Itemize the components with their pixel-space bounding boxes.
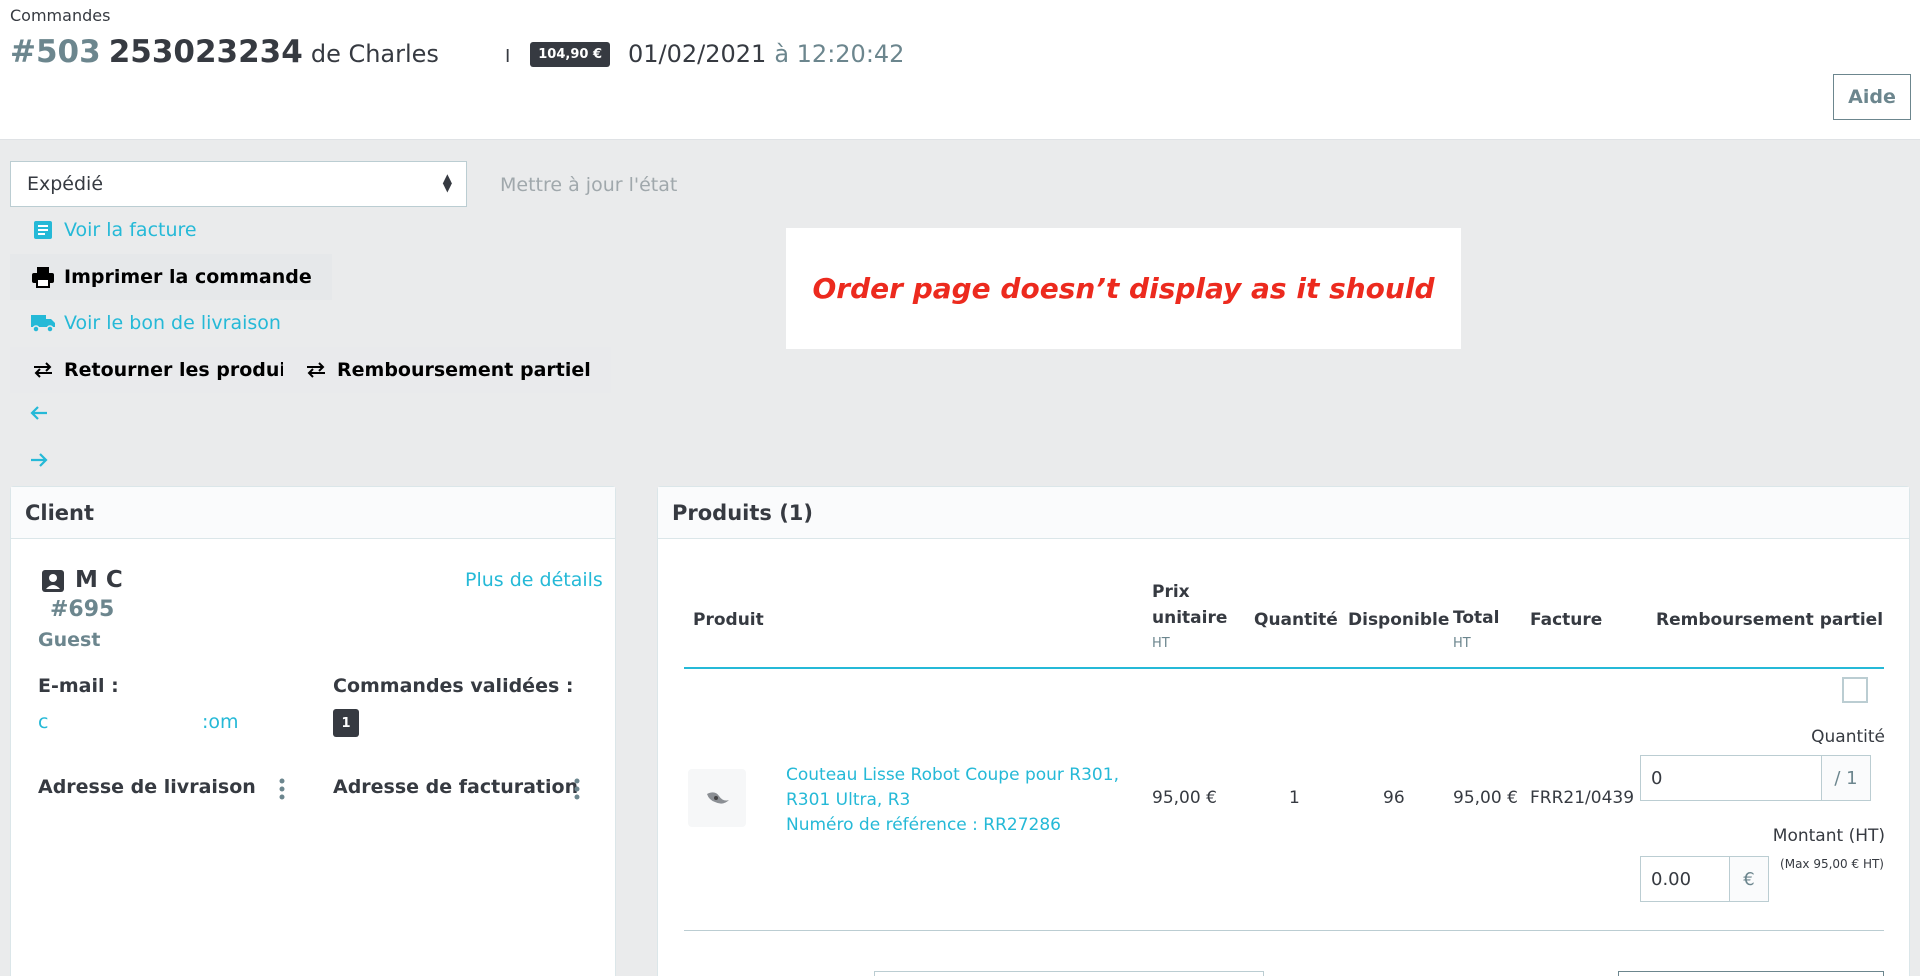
- printer-icon: [30, 266, 56, 288]
- bottom-button-partial[interactable]: [1618, 971, 1884, 976]
- shipping-address-menu-icon[interactable]: [277, 777, 287, 801]
- order-status-select[interactable]: Expédié ▲ ▼: [10, 161, 467, 207]
- refund-quantity-label: Quantité: [1811, 727, 1885, 747]
- products-card: Produits (1) Produit Prix unitaire HT Qu…: [657, 486, 1910, 976]
- order-status-value: Expédié: [27, 173, 104, 195]
- invoice-icon: [30, 219, 56, 241]
- header-divider: [684, 667, 1884, 669]
- page-title: #503 253023234 de Charles I 104,90 € 01/…: [10, 34, 904, 70]
- col-total-sub: HT: [1453, 636, 1471, 651]
- client-type: Guest: [38, 629, 101, 651]
- print-order-label: Imprimer la commande: [64, 266, 312, 288]
- refund-quantity-max: / 1: [1821, 755, 1871, 801]
- user-card-icon: [41, 569, 65, 597]
- partial-refund-label: Remboursement partiel: [337, 359, 591, 381]
- view-delivery-slip-label: Voir le bon de livraison: [64, 312, 281, 334]
- order-number: #503: [10, 34, 101, 70]
- billing-address-menu-icon[interactable]: [572, 777, 582, 801]
- product-name-line2: R301 Ultra, R3: [786, 790, 911, 810]
- col-invoice: Facture: [1530, 610, 1603, 630]
- product-unit-price: 95,00 €: [1152, 788, 1217, 808]
- col-available: Disponible: [1348, 610, 1450, 630]
- client-name: M C: [75, 567, 123, 593]
- return-products-button[interactable]: Retourner les produits: [10, 347, 327, 393]
- partial-refund-button[interactable]: Remboursement partiel: [283, 347, 611, 393]
- view-invoice-link[interactable]: Voir la facture: [10, 207, 217, 253]
- product-invoice: FRR21/0439: [1530, 788, 1635, 808]
- col-total: Total HT: [1453, 605, 1499, 657]
- validated-orders-label: Commandes validées :: [333, 675, 574, 697]
- title-separator: I: [504, 46, 511, 67]
- view-delivery-slip-link[interactable]: Voir le bon de livraison: [10, 300, 301, 346]
- col-product: Produit: [693, 610, 764, 630]
- client-id: #695: [50, 597, 115, 622]
- shipping-address-label: Adresse de livraison: [38, 776, 256, 798]
- col-unit-price-sub: HT: [1152, 636, 1170, 651]
- product-total: 95,00 €: [1453, 788, 1518, 808]
- swap-icon: [30, 359, 56, 381]
- refund-amount-label: Montant (HT): [1772, 826, 1885, 846]
- bottom-select-partial[interactable]: [874, 971, 1264, 976]
- product-available: 96: [1383, 788, 1405, 808]
- product-name-link[interactable]: Couteau Lisse Robot Coupe pour R301, R30…: [786, 763, 1119, 838]
- help-button[interactable]: Aide: [1833, 74, 1911, 120]
- next-order-arrow-icon[interactable]: [28, 449, 50, 477]
- select-arrows-icon: ▲ ▼: [442, 171, 452, 194]
- row-divider: [684, 930, 1884, 931]
- breadcrumb[interactable]: Commandes: [10, 6, 110, 25]
- col-unit-price: Prix unitaire HT: [1152, 579, 1232, 657]
- product-reference: Numéro de référence : RR27286: [786, 815, 1061, 835]
- swap-icon: [303, 359, 329, 381]
- order-reference: 253023234: [108, 34, 303, 70]
- order-time: à 12:20:42: [774, 40, 905, 68]
- refund-currency-addon: €: [1729, 856, 1769, 902]
- product-quantity: 1: [1289, 788, 1300, 808]
- view-invoice-label: Voir la facture: [64, 219, 197, 241]
- notice-text: Order page doesn’t display as it should: [812, 272, 1435, 305]
- product-name-line1: Couteau Lisse Robot Coupe pour R301,: [786, 765, 1119, 785]
- refund-checkbox[interactable]: [1842, 677, 1868, 703]
- client-card: Client M C #695 Guest Plus de détails E-…: [10, 486, 616, 976]
- page-header: Commandes #503 253023234 de Charles I 10…: [0, 0, 1920, 140]
- col-unit-price-label: Prix unitaire: [1152, 582, 1228, 628]
- col-total-label: Total: [1453, 608, 1500, 628]
- previous-order-arrow-icon[interactable]: [28, 402, 50, 430]
- notice-box: Order page doesn’t display as it should: [786, 228, 1461, 349]
- client-card-title: Client: [11, 487, 615, 539]
- order-customer: de Charles: [310, 40, 439, 68]
- col-quantity: Quantité: [1254, 610, 1338, 630]
- email-link-start[interactable]: c: [38, 711, 48, 733]
- update-status-button[interactable]: Mettre à jour l'état: [500, 174, 677, 196]
- truck-icon: [30, 312, 56, 334]
- products-card-title: Produits (1): [658, 487, 1909, 539]
- refund-amount-max: (Max 95,00 € HT): [1780, 857, 1884, 871]
- product-thumbnail: [688, 769, 746, 827]
- return-products-label: Retourner les produits: [64, 359, 307, 381]
- validated-orders-badge: 1: [333, 709, 359, 737]
- billing-address-label: Adresse de facturation: [333, 776, 579, 798]
- refund-amount-input[interactable]: 0.00: [1640, 856, 1730, 902]
- print-order-button[interactable]: Imprimer la commande: [10, 254, 332, 300]
- order-date: 01/02/2021: [628, 40, 767, 68]
- client-details-link[interactable]: Plus de détails: [465, 569, 603, 591]
- email-link-end[interactable]: :om: [202, 711, 239, 733]
- refund-quantity-input[interactable]: 0: [1640, 755, 1822, 801]
- col-partial-refund: Remboursement partiel: [1656, 610, 1884, 630]
- email-label: E-mail :: [38, 675, 119, 697]
- order-total-badge: 104,90 €: [530, 41, 610, 67]
